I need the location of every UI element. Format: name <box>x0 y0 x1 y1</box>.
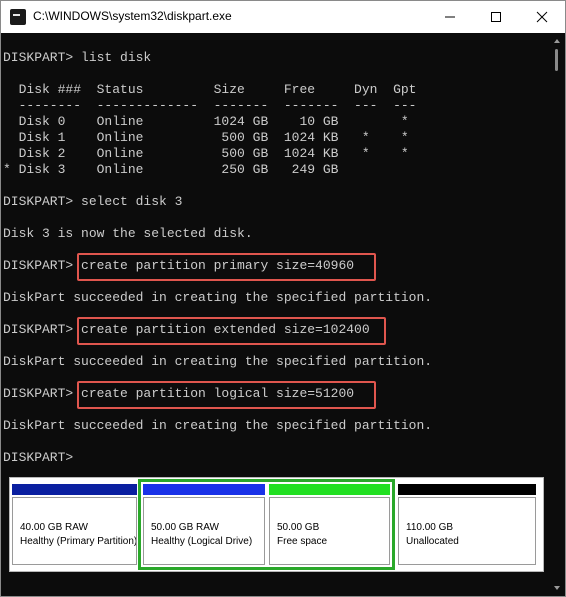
console-line: Disk 0 Online 1024 GB 10 GB * <box>3 114 409 129</box>
console-line: Disk 1 Online 500 GB 1024 KB * * <box>3 130 409 145</box>
console-app-icon <box>10 9 26 25</box>
scroll-up-arrow-icon[interactable] <box>554 39 560 43</box>
highlight-extended-command <box>77 317 386 345</box>
console-line: -------- ------------- ------- ------- -… <box>3 98 417 113</box>
partition-primary[interactable]: 40.00 GB RAW Healthy (Primary Partition) <box>10 482 139 567</box>
scroll-down-arrow-icon[interactable] <box>554 586 560 590</box>
console-line: Disk 2 Online 500 GB 1024 KB * * <box>3 146 409 161</box>
highlight-primary-command <box>77 253 376 281</box>
partition-color-bar <box>398 484 536 495</box>
partition-size: 110.00 GB <box>406 522 454 533</box>
console-line: DISKPART> select disk 3 <box>3 194 183 209</box>
console-line: DISKPART> <box>3 450 74 465</box>
partition-body: 40.00 GB RAW Healthy (Primary Partition) <box>12 497 137 565</box>
console-line: Disk 3 is now the selected disk. <box>3 226 253 241</box>
partition-color-bar <box>12 484 137 495</box>
partition-unallocated[interactable]: 110.00 GB Unallocated <box>396 482 538 567</box>
console-line: DiskPart succeeded in creating the speci… <box>3 418 433 433</box>
disk-layout-panel: 40.00 GB RAW Healthy (Primary Partition)… <box>9 477 544 572</box>
console-output[interactable]: DISKPART> list disk Disk ### Status Size… <box>1 33 549 476</box>
console-line: DiskPart succeeded in creating the speci… <box>3 290 433 305</box>
partition-status: Healthy (Primary Partition) <box>20 536 137 547</box>
console-line: DiskPart succeeded in creating the speci… <box>3 354 433 369</box>
partition-size: 40.00 GB RAW <box>20 522 88 533</box>
maximize-icon <box>491 12 501 22</box>
minimize-icon <box>445 16 455 18</box>
partition-body: 110.00 GB Unallocated <box>398 497 536 565</box>
scroll-thumb[interactable] <box>555 49 558 71</box>
minimize-button[interactable] <box>427 1 473 33</box>
diskpart-window: C:\WINDOWS\system32\diskpart.exe DISKPAR… <box>0 0 566 597</box>
close-icon <box>536 11 548 23</box>
console-line: Disk ### Status Size Free Dyn Gpt <box>3 82 417 97</box>
extended-partition-frame <box>138 479 395 570</box>
maximize-button[interactable] <box>473 1 519 33</box>
highlight-logical-command <box>77 381 376 409</box>
console-line: * Disk 3 Online 250 GB 249 GB <box>3 162 339 177</box>
vertical-scrollbar[interactable] <box>549 33 565 596</box>
close-button[interactable] <box>519 1 565 33</box>
window-title: C:\WINDOWS\system32\diskpart.exe <box>33 9 232 23</box>
console-line: DISKPART> list disk <box>3 50 152 65</box>
partition-status: Unallocated <box>406 536 459 547</box>
title-bar[interactable]: C:\WINDOWS\system32\diskpart.exe <box>1 1 565 33</box>
